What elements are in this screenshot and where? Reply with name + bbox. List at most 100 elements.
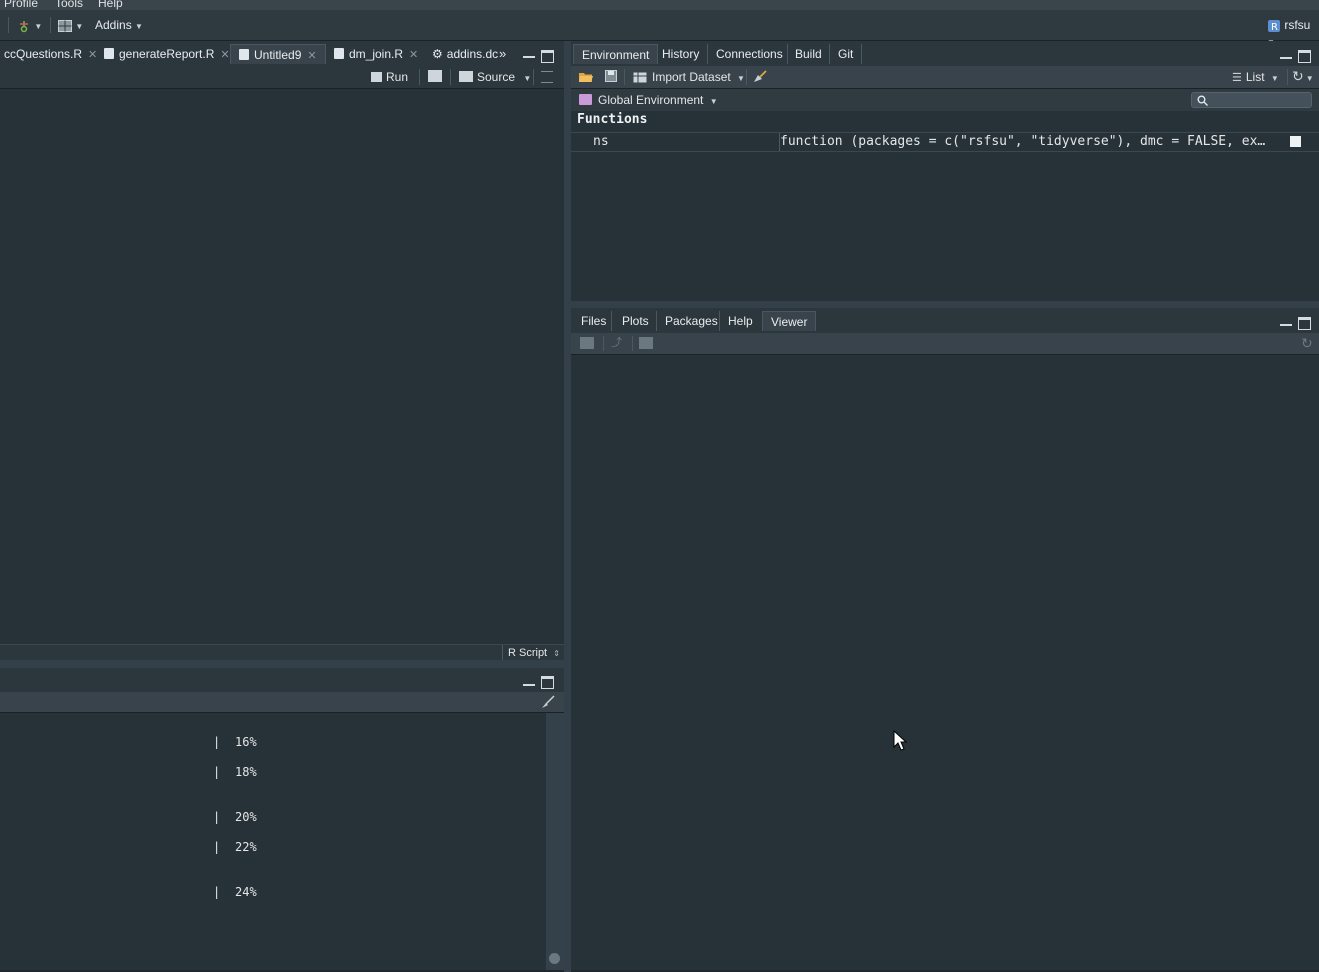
r-file-icon xyxy=(239,49,249,60)
tab-environment[interactable]: Environment xyxy=(573,44,659,64)
import-dataset-button[interactable]: Import Dataset ▼ xyxy=(633,69,745,85)
tab-dm-join[interactable]: dm_join.R ✕ xyxy=(326,44,426,64)
open-folder-icon[interactable] xyxy=(578,70,594,83)
chevron-down-icon: ▼ xyxy=(709,97,718,106)
more-tabs-icon[interactable]: » xyxy=(499,46,506,61)
environment-scope-bar: Global Environment ▼ xyxy=(571,89,1319,111)
project-label: rsfsu xyxy=(1284,18,1311,32)
tab-ccquestions[interactable]: ccQuestions.R ✕ xyxy=(0,44,105,64)
progress-line: | xyxy=(213,885,220,899)
tab-files[interactable]: Files xyxy=(573,311,614,331)
source-tabbar: ccQuestions.R ✕ generateReport.R ✕ Untitle… xyxy=(0,41,564,67)
addins-label: Addins xyxy=(95,18,132,32)
minimize-icon[interactable] xyxy=(1280,53,1292,59)
chevron-down-icon: ▼ xyxy=(1305,74,1314,83)
menu-profile[interactable]: Profile xyxy=(4,0,38,10)
minimize-icon[interactable] xyxy=(523,52,535,58)
environment-row[interactable]: ns function (packages = c("rsfsu", "tidy… xyxy=(571,132,1319,152)
file-type-label: R Script xyxy=(508,647,548,659)
layout-button[interactable]: ▼ xyxy=(58,17,83,33)
console-tabbar xyxy=(0,668,564,693)
close-icon[interactable]: ✕ xyxy=(220,49,229,61)
outline-icon[interactable] xyxy=(541,71,553,83)
environment-search-input[interactable] xyxy=(1191,92,1312,108)
view-object-icon[interactable] xyxy=(1290,136,1301,147)
console-scrollbar[interactable] xyxy=(546,713,564,970)
layout-icon xyxy=(58,19,72,32)
addins-menu[interactable]: Addins ▼ xyxy=(95,17,143,33)
menu-tools[interactable]: Tools xyxy=(55,0,83,10)
progress-bar-char: | xyxy=(213,735,221,749)
tab-label: ccQuestions.R xyxy=(4,47,83,61)
horizontal-splitter[interactable] xyxy=(0,660,564,668)
export-icon: ⤴ xyxy=(611,337,622,349)
toolbar-divider xyxy=(450,69,451,85)
clear-console-icon[interactable] xyxy=(540,695,556,709)
git-button[interactable]: ▼ xyxy=(17,17,42,33)
code-editor[interactable] xyxy=(0,89,564,645)
tab-packages[interactable]: Packages xyxy=(657,311,726,331)
tab-build[interactable]: Build xyxy=(787,44,830,64)
toolbar-divider xyxy=(603,336,604,351)
maximize-icon[interactable] xyxy=(541,50,554,63)
object-name: ns xyxy=(593,134,609,149)
environment-pane: Environment History Connections Build Gi… xyxy=(571,41,1319,301)
maximize-icon[interactable] xyxy=(1298,50,1311,63)
menu-help[interactable]: Help xyxy=(98,0,123,10)
toolbar-divider xyxy=(1287,69,1288,85)
status-divider xyxy=(502,645,503,661)
progress-percent: 20% xyxy=(235,810,257,824)
file-type-selector[interactable]: R Script ⇕ xyxy=(508,646,560,661)
tab-label: generateReport.R xyxy=(119,47,215,61)
tab-git[interactable]: Git xyxy=(830,44,861,64)
maximize-icon[interactable] xyxy=(541,676,554,689)
run-icon xyxy=(371,72,382,82)
chevron-down-icon: ▼ xyxy=(523,74,532,83)
import-dataset-label: Import Dataset xyxy=(652,70,731,84)
save-icon[interactable] xyxy=(605,70,617,82)
refresh-icon[interactable]: ↻ xyxy=(1301,335,1313,352)
scroll-thumb[interactable] xyxy=(549,953,560,964)
toolbar-divider xyxy=(632,336,633,351)
console-pane: | 16% | 18% | 20% | 22% | 24% xyxy=(0,668,564,970)
project-menu[interactable]: R rsfsu ▼ xyxy=(1267,17,1319,47)
chevron-down-icon: ▼ xyxy=(737,74,745,83)
chevron-down-icon: ▼ xyxy=(1270,74,1279,83)
tab-generatereport[interactable]: generateReport.R ✕ xyxy=(96,44,238,64)
broom-icon[interactable] xyxy=(753,70,767,83)
view-mode-menu[interactable]: ☰ List ▼ xyxy=(1232,69,1279,85)
viewer-content[interactable] xyxy=(571,355,1319,970)
toolbar-divider xyxy=(746,69,747,85)
tab-untitled9[interactable]: Untitled9 ✕ xyxy=(230,44,326,64)
minimize-icon[interactable] xyxy=(523,680,535,686)
tab-help[interactable]: Help xyxy=(720,311,761,331)
environment-scope-menu[interactable]: Global Environment ▼ xyxy=(579,92,718,108)
tab-divider xyxy=(861,44,862,64)
view-mode-label: List xyxy=(1245,70,1265,84)
tab-history[interactable]: History xyxy=(654,44,707,64)
progress-percent: 22% xyxy=(235,840,257,854)
rerun-icon[interactable] xyxy=(428,70,442,82)
toolbar-divider xyxy=(50,17,51,33)
vertical-splitter[interactable] xyxy=(564,41,571,972)
tab-viewer[interactable]: Viewer xyxy=(762,311,817,331)
refresh-button[interactable]: ↻ ▼ xyxy=(1292,68,1314,84)
chevron-down-icon: ▼ xyxy=(135,22,143,31)
search-icon xyxy=(1197,95,1208,106)
maximize-icon[interactable] xyxy=(1298,317,1311,330)
mouse-cursor-icon xyxy=(893,730,907,751)
tab-plots[interactable]: Plots xyxy=(614,311,657,331)
tab-addins[interactable]: ⚙ addins.dc xyxy=(424,44,498,64)
close-icon[interactable]: ✕ xyxy=(307,50,316,62)
source-button[interactable]: Source ▼ xyxy=(459,69,531,85)
progress-bar-char: | xyxy=(213,765,221,779)
tab-connections[interactable]: Connections xyxy=(708,44,791,64)
right-horizontal-splitter[interactable] xyxy=(571,301,1319,308)
progress-line: | xyxy=(213,840,220,854)
minimize-icon[interactable] xyxy=(1280,320,1292,326)
run-button[interactable]: Run xyxy=(371,69,408,85)
svg-text:R: R xyxy=(1271,22,1278,33)
tab-divider xyxy=(611,311,612,331)
close-icon[interactable]: ✕ xyxy=(409,49,418,61)
console-output[interactable]: | 16% | 18% | 20% | 22% | 24% xyxy=(0,713,546,970)
